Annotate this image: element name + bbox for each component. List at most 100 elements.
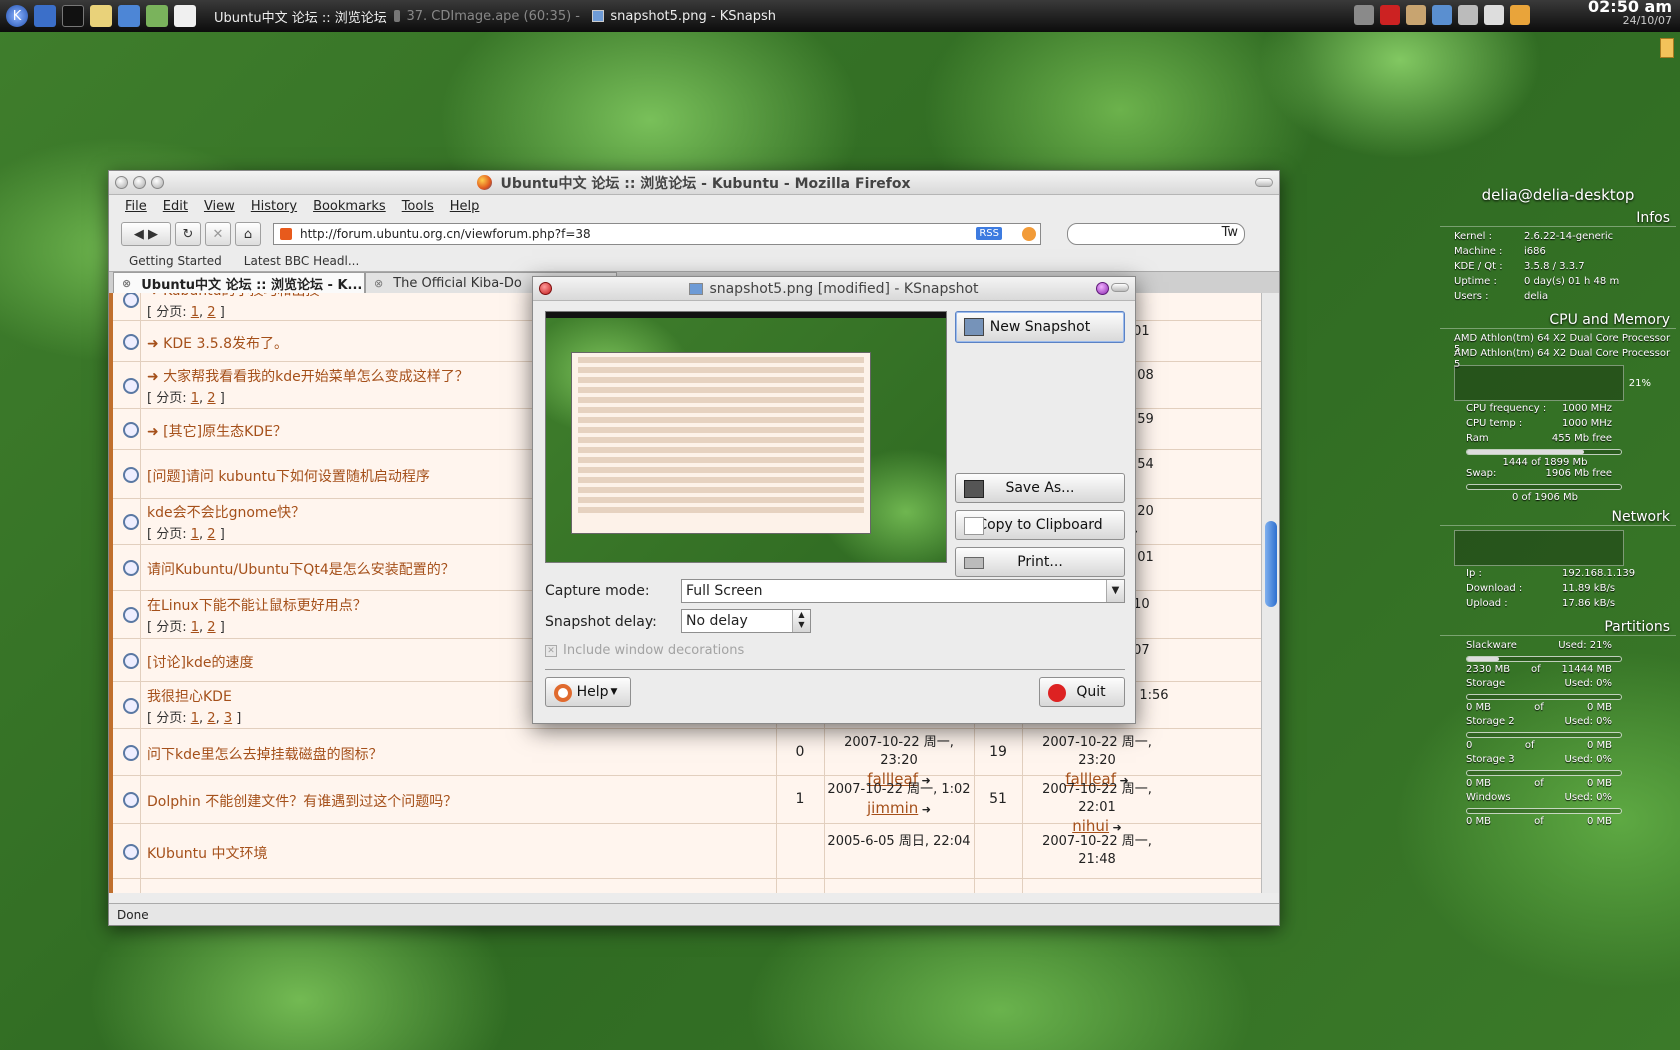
bookmark-getting-started[interactable]: Getting Started <box>129 254 222 268</box>
menu-file[interactable]: File <box>125 199 147 214</box>
topic-link[interactable]: 我很担心KDE <box>147 686 232 706</box>
ram-used: 1444 of 1899 Mb <box>1502 457 1588 468</box>
topic-link[interactable]: 请问Kubuntu/Ubuntu下Qt4是怎么安装配置的？ <box>147 559 455 579</box>
folder-tray-icon[interactable] <box>1510 5 1530 25</box>
page-link[interactable]: 2 <box>207 620 215 635</box>
snapshot-delay-spinbox[interactable]: No delay ▲ ▼ <box>681 609 811 633</box>
include-decorations-checkbox[interactable]: ✕ Include window decorations <box>545 643 744 658</box>
input-method-icon[interactable] <box>1380 5 1400 25</box>
notes-icon[interactable] <box>90 5 112 27</box>
bookmark-bbc[interactable]: Latest BBC Headl... <box>244 254 360 268</box>
tool-tray-icon[interactable] <box>1484 5 1504 25</box>
topic-link[interactable]: ➜ KDE 3.5.8发布了。 <box>147 333 288 353</box>
search-input[interactable]: Tw <box>1067 223 1245 245</box>
reply-count: 0 <box>795 743 805 760</box>
post-date: 2007-10-22 周一, 23:20 <box>844 734 954 768</box>
task-player[interactable]: 37. CDImage.ape (60:35) - <box>388 3 586 29</box>
capture-mode-select[interactable]: Full Screen ▼ <box>681 579 1125 603</box>
table-row: 问下kde里怎么去掉挂载磁盘的图标？ 0 19 2007-10-22 周一, 23:2… <box>113 729 1263 788</box>
close-tab-icon[interactable]: ⊗ <box>374 277 383 290</box>
menu-help[interactable]: Help <box>450 199 480 214</box>
spin-arrows-icon[interactable]: ▲ ▼ <box>792 610 810 632</box>
window-buttons <box>115 176 164 189</box>
reload-button[interactable]: ↻ <box>175 222 201 246</box>
minimize-icon[interactable] <box>1096 282 1109 295</box>
system-icon[interactable] <box>118 5 140 27</box>
menu-history[interactable]: History <box>251 199 297 214</box>
quit-button[interactable]: Quit <box>1039 677 1125 707</box>
task-ksnapshot[interactable]: snapshot5.png - KSnapsh <box>586 3 782 29</box>
include-decorations-label: Include window decorations <box>563 643 745 658</box>
topic-link[interactable]: [问题]请问 kubuntu下如何设置随机启动程序 <box>147 466 430 486</box>
ksnapshot-titlebar[interactable]: snapshot5.png [modified] - KSnapshot <box>533 277 1135 301</box>
scroll-thumb[interactable] <box>1265 521 1277 607</box>
topic-link[interactable]: ➜ [其它]原生态KDE？ <box>147 421 287 441</box>
vertical-scrollbar[interactable] <box>1261 293 1279 893</box>
stop-button[interactable]: ✕ <box>205 222 231 246</box>
page-link[interactable]: 2 <box>207 305 215 320</box>
topic-status-icon <box>123 607 139 623</box>
topic-link[interactable]: [讨论]kde的速度 <box>147 652 254 672</box>
menu-bookmarks[interactable]: Bookmarks <box>313 199 386 214</box>
menu-tools[interactable]: Tools <box>402 199 434 214</box>
desktop-icon[interactable] <box>34 5 56 27</box>
topic-link[interactable]: Dolphin 不能创建文件？有谁遇到过这个问题吗？ <box>147 791 457 811</box>
copy-clipboard-button[interactable]: Copy to Clipboard <box>955 510 1125 540</box>
home-button[interactable]: ⌂ <box>235 222 261 246</box>
topic-link[interactable]: 问下kde里怎么去掉挂载磁盘的图标？ <box>147 744 383 764</box>
page-link[interactable]: 1 <box>191 305 199 320</box>
go-icon[interactable] <box>1022 227 1036 241</box>
topic-link[interactable]: KUbuntu 中文环境 <box>147 843 268 863</box>
page-link[interactable]: 2 <box>207 391 215 406</box>
network-value: 192.168.1.139 <box>1562 568 1636 579</box>
tab-ubuntu-forum[interactable]: ⊗ Ubuntu中文 论坛 :: 浏览论坛 - K... <box>113 272 365 293</box>
terminal-icon[interactable] <box>62 5 84 27</box>
topic-link[interactable]: 在Linux下能不能让鼠标更好用点？ <box>147 595 367 615</box>
post-date: 2007-10-22 周一, 22:01 <box>1042 782 1152 815</box>
page-link[interactable]: 1 <box>191 391 199 406</box>
post-author[interactable]: jimmin <box>867 799 918 817</box>
page-link[interactable]: 2 <box>207 711 215 726</box>
minimize-icon[interactable] <box>133 176 146 189</box>
goto-post-icon[interactable]: ➜ <box>918 803 931 816</box>
page-link[interactable]: 1 <box>191 620 199 635</box>
task-label: 37. CDImage.ape (60:35) - <box>406 8 580 24</box>
page-link[interactable]: 1 <box>191 711 199 726</box>
close-icon[interactable] <box>115 176 128 189</box>
topic-link[interactable]: ➜ Kubuntu的小技巧和出技 <box>147 293 320 300</box>
page-link[interactable]: 3 <box>224 711 232 726</box>
help-button[interactable]: Help ▼ <box>545 677 631 707</box>
topic-link[interactable]: kde会不会比gnome快？ <box>147 502 305 522</box>
close-icon[interactable] <box>539 282 552 295</box>
kde-menu-icon[interactable]: K <box>6 5 28 27</box>
network-tray-icon[interactable] <box>1432 5 1452 25</box>
page-link[interactable]: 2 <box>207 527 215 542</box>
info-key: Uptime : <box>1454 276 1497 287</box>
topic-link[interactable]: ➜ 大家帮我看看我的kde开始菜单怎么变成这样了？ <box>147 366 469 386</box>
menu-view[interactable]: View <box>204 199 235 214</box>
url-bar[interactable]: http://forum.ubuntu.org.cn/viewforum.php… <box>273 223 1041 245</box>
snapshot-preview[interactable] <box>545 311 947 563</box>
pages-prefix: 分页: <box>156 390 187 406</box>
maximize-icon[interactable] <box>151 176 164 189</box>
close-tab-icon[interactable]: ⊗ <box>122 277 131 290</box>
save-as-button[interactable]: Save As... <box>955 473 1125 503</box>
search-engine-icon[interactable]: Tw <box>1222 225 1238 240</box>
window-titlebar[interactable]: Ubuntu中文 论坛 :: 浏览论坛 - Kubuntu - Mozilla … <box>109 171 1279 195</box>
shade-icon[interactable] <box>1255 178 1273 187</box>
menu-edit[interactable]: Edit <box>163 199 188 214</box>
print-button[interactable]: Print... <box>955 547 1125 577</box>
clock[interactable]: 02:50 am 24/10/07 <box>1588 0 1672 28</box>
rss-icon[interactable]: RSS <box>976 227 1002 240</box>
search-tray-icon[interactable] <box>1458 5 1478 25</box>
desktop-file-icon[interactable] <box>1660 38 1674 58</box>
volume-icon[interactable] <box>1354 5 1374 25</box>
task-firefox[interactable]: Ubuntu中文 论坛 :: 浏览论坛 <box>202 3 388 29</box>
back-button[interactable]: ◀ ▶ <box>121 222 171 246</box>
new-snapshot-button[interactable]: New Snapshot <box>955 311 1125 343</box>
page-link[interactable]: 1 <box>191 527 199 542</box>
app-tray-icon[interactable] <box>1406 5 1426 25</box>
shade-icon[interactable] <box>1111 283 1129 292</box>
document-icon[interactable] <box>174 5 196 27</box>
settings-icon[interactable] <box>146 5 168 27</box>
